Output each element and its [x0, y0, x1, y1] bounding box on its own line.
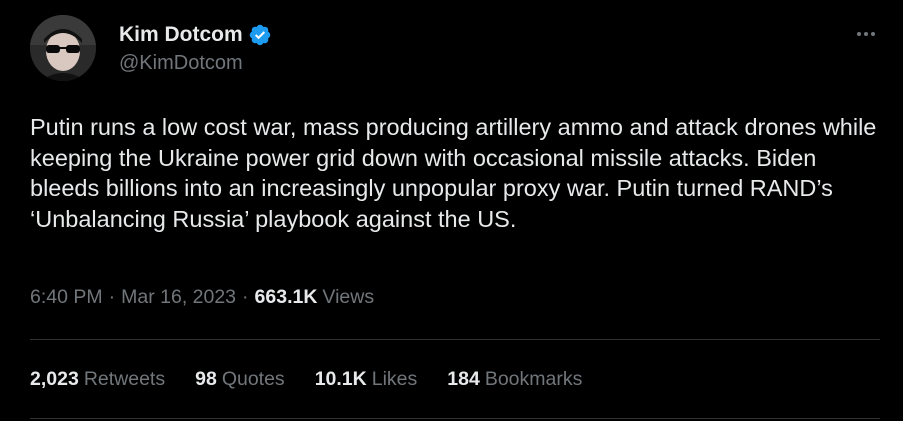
views-label[interactable]: Views: [322, 286, 374, 309]
retweets-stat[interactable]: 2,023 Retweets: [30, 368, 165, 391]
author-display-name[interactable]: Kim Dotcom: [119, 23, 243, 47]
retweets-label: Retweets: [83, 368, 166, 390]
more-options-icon[interactable]: [851, 22, 881, 46]
avatar-image: [30, 15, 96, 81]
bookmarks-stat[interactable]: 184 Bookmarks: [447, 368, 582, 391]
meta-separator: ·: [242, 286, 249, 308]
bookmarks-label: Bookmarks: [484, 368, 583, 390]
verified-badge-icon[interactable]: [248, 23, 272, 47]
likes-stat[interactable]: 10.1K Likes: [315, 368, 418, 391]
tweet-detail: Kim Dotcom @KimDotcom Putin runs a low c…: [0, 0, 903, 421]
quotes-stat[interactable]: 98 Quotes: [195, 368, 285, 391]
divider: [30, 418, 880, 419]
tweet-text: Putin runs a low cost war, mass producin…: [30, 114, 877, 232]
quotes-label: Quotes: [221, 368, 285, 390]
tweet-date[interactable]: Mar 16, 2023: [121, 286, 236, 309]
likes-count: 10.1K: [314, 368, 367, 390]
bookmarks-count: 184: [447, 368, 480, 390]
views-count[interactable]: 663.1K: [255, 286, 318, 309]
tweet-stats: 2,023 Retweets 98 Quotes 10.1K Likes 184…: [30, 368, 612, 391]
likes-label: Likes: [371, 368, 418, 390]
quotes-count: 98: [195, 368, 217, 390]
author-handle[interactable]: @KimDotcom: [119, 52, 243, 75]
tweet-meta: 6:40 PM · Mar 16, 2023 · 663.1K Views: [30, 286, 374, 309]
author-name-row: Kim Dotcom: [119, 20, 272, 50]
meta-separator: ·: [108, 286, 116, 308]
tweet-time[interactable]: 6:40 PM: [30, 286, 103, 309]
avatar[interactable]: [30, 15, 96, 81]
retweets-count: 2,023: [30, 368, 79, 390]
divider: [30, 339, 880, 340]
